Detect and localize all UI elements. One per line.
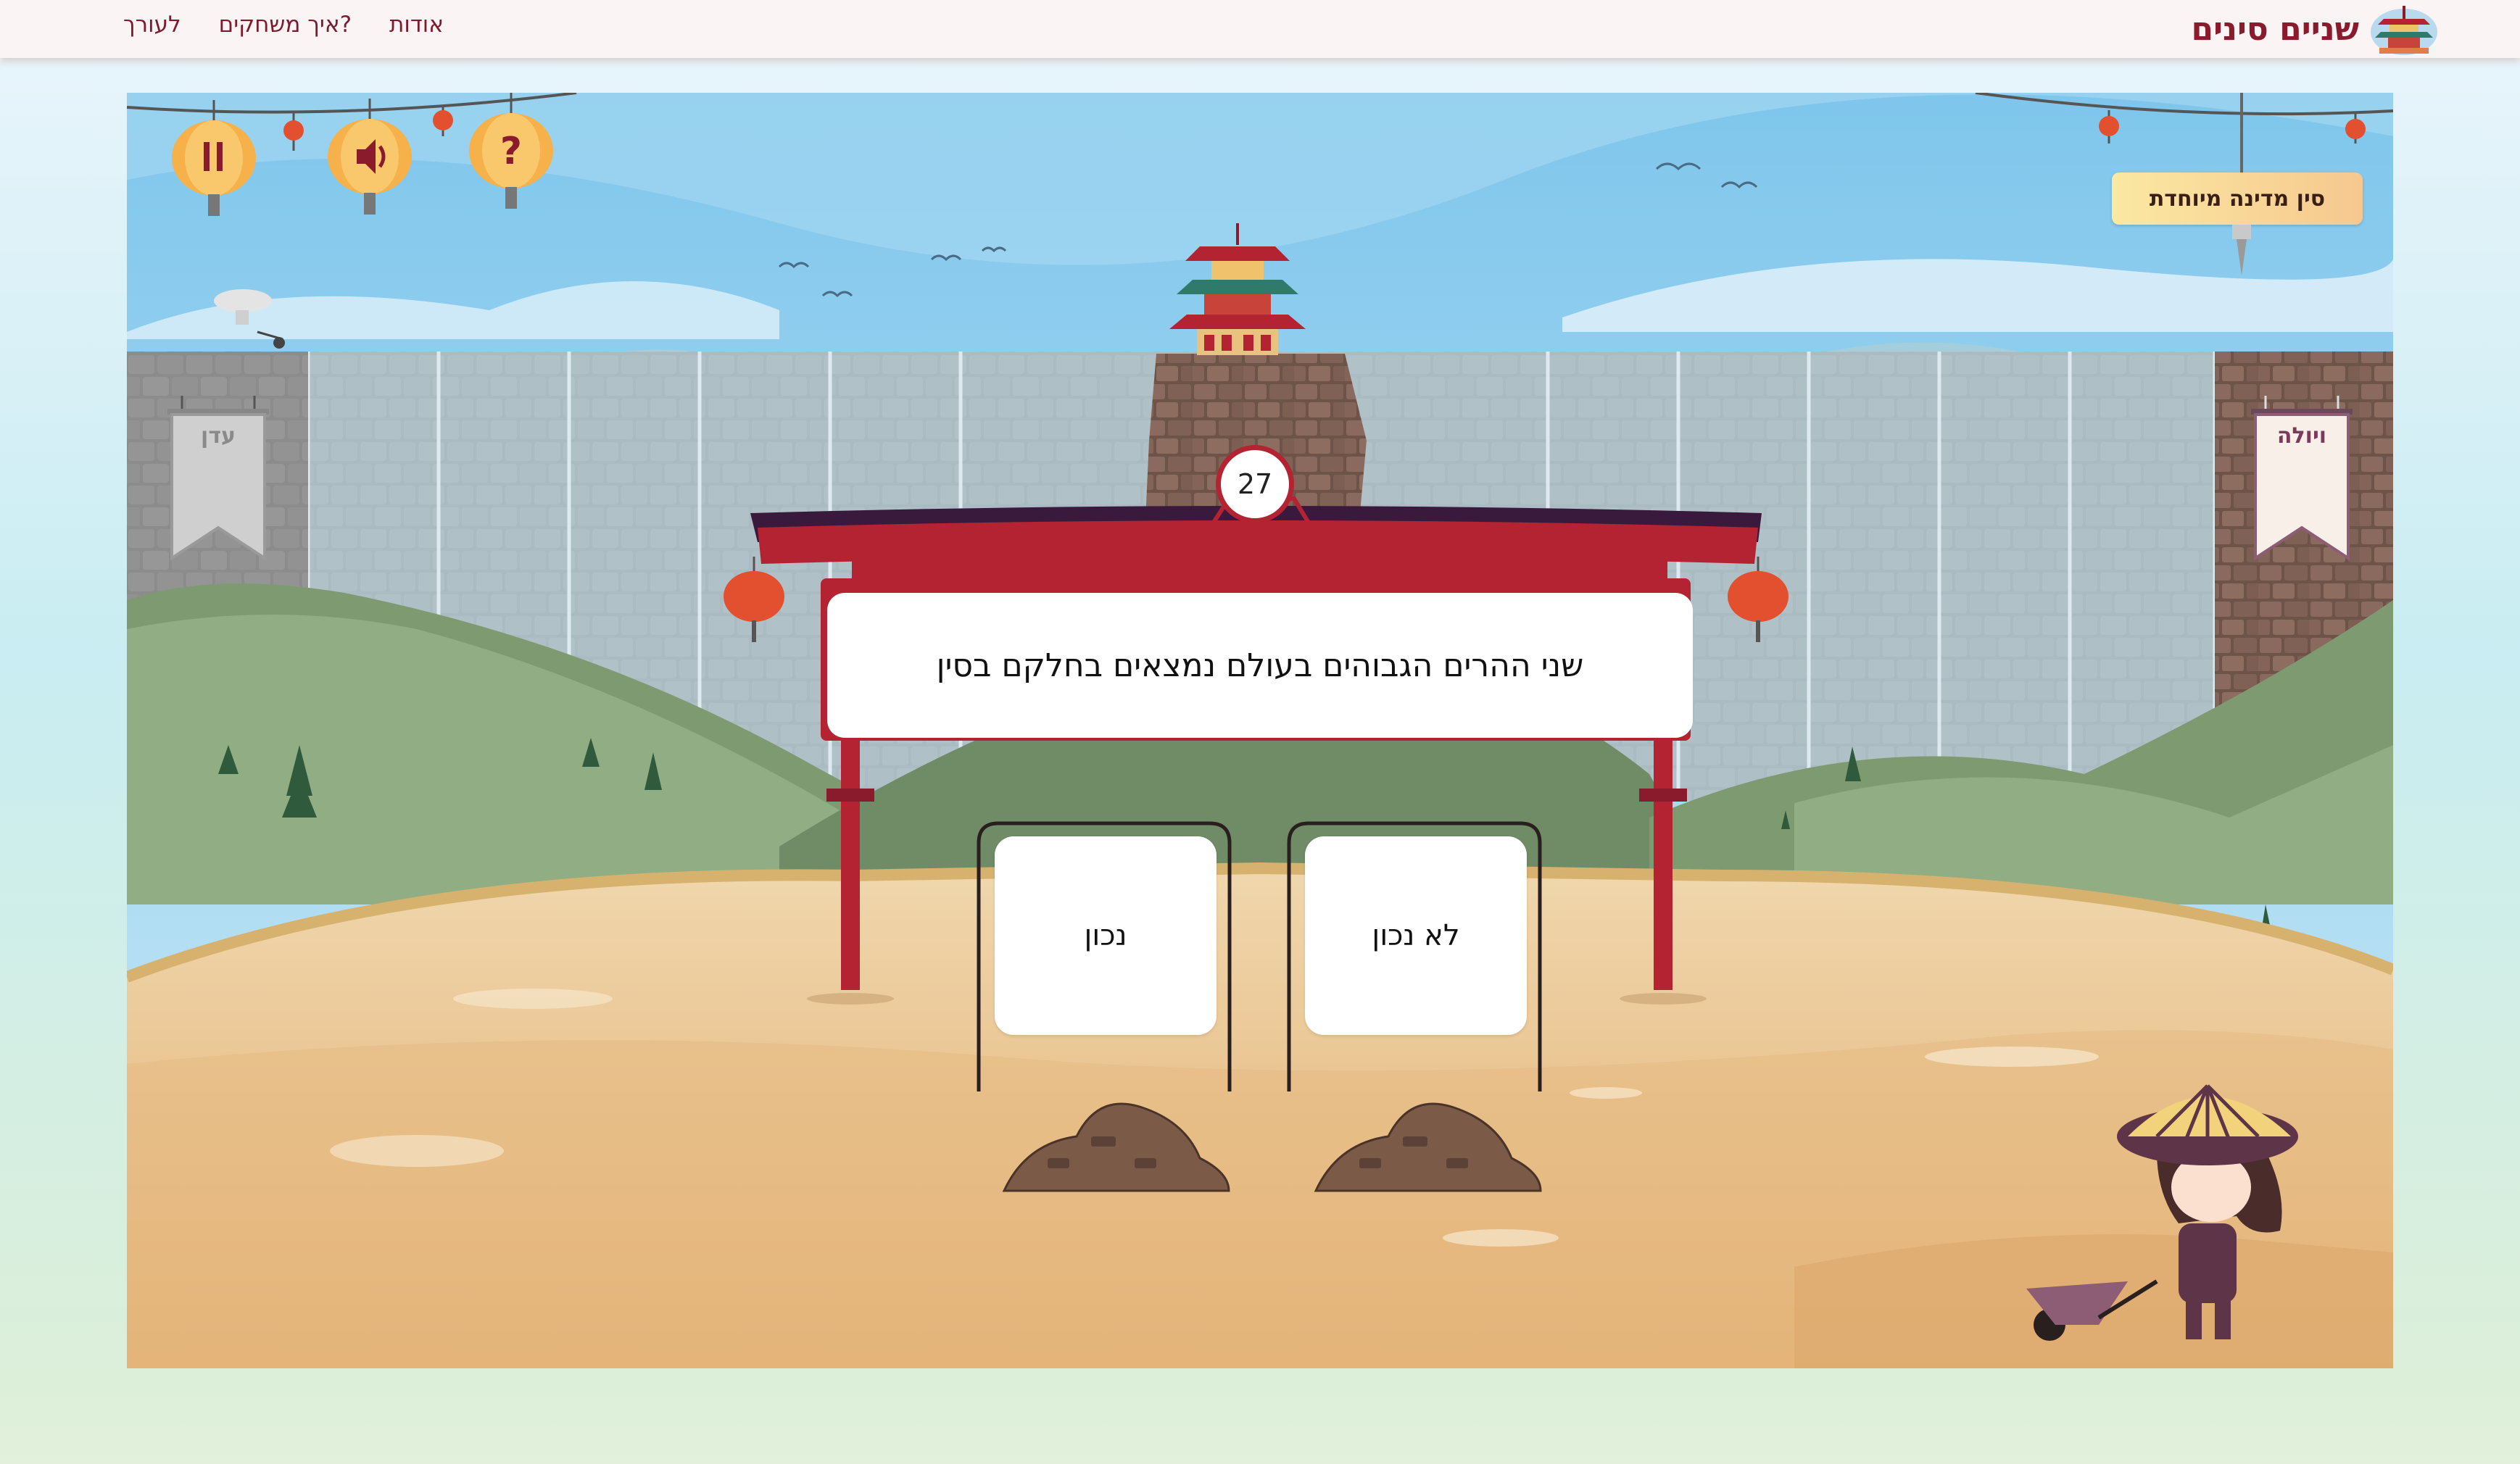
answer-true-button[interactable]: נכון (995, 836, 1217, 1035)
right-banner-flag (2251, 396, 2353, 561)
right-player-name: ויולה (2276, 423, 2327, 449)
left-banner-flag (167, 396, 269, 561)
pagoda-logo-icon (2371, 6, 2437, 55)
question-icon: ? (469, 93, 553, 209)
speaker-icon (328, 99, 412, 215)
left-player-banner: עדן (167, 396, 269, 570)
question-counter: 27 (1216, 445, 1294, 523)
game-stage: ? סין מדינה מיוחדת עדן ויולה 27 שני ההרי… (127, 93, 2393, 1368)
nav-link-about[interactable]: אודות (389, 12, 444, 38)
nav-link-editor[interactable]: לעורך (123, 12, 181, 38)
special-country-badge: סין מדינה מיוחדת (2112, 172, 2363, 225)
top-navigation-bar: לעורך איך משחקים? אודות שניים סינים (0, 0, 2520, 58)
answer-false-button[interactable]: לא נכון (1305, 836, 1527, 1035)
pause-icon (172, 100, 256, 216)
question-text: שני ההרים הגבוהים בעולם נמצאים בחלקם בסי… (827, 593, 1693, 738)
svg-text:?: ? (500, 130, 522, 173)
badge-tassel (2232, 225, 2251, 275)
help-button[interactable]: ? (468, 93, 555, 216)
brand-title: שניים סינים (2191, 10, 2359, 48)
left-player-name: עדן (201, 423, 236, 449)
brand[interactable]: שניים סינים (2191, 3, 2439, 55)
pause-button[interactable] (170, 100, 257, 223)
nav-links: לעורך איך משחקים? אודות (123, 12, 444, 38)
right-player-banner: ויולה (2251, 396, 2353, 570)
nav-link-how-to-play[interactable]: איך משחקים? (219, 12, 352, 38)
sound-button[interactable] (326, 99, 413, 222)
badge-string (2240, 93, 2243, 172)
